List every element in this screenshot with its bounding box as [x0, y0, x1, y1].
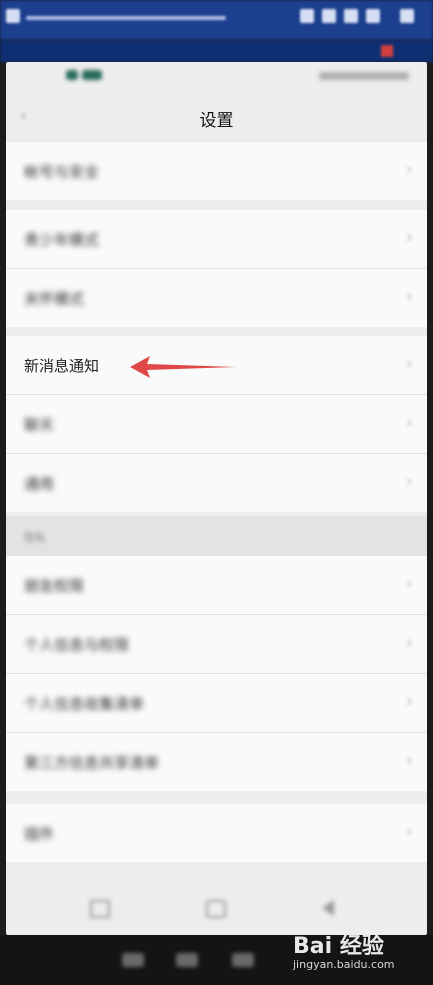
toolbar-icon[interactable]: [300, 9, 314, 23]
page-title: 设置: [199, 111, 234, 131]
recent-apps-icon[interactable]: [90, 900, 110, 918]
chevron-right-icon: ›: [405, 821, 413, 842]
section-header-privacy: 隐私: [6, 516, 427, 556]
settings-item-personal-info-permissions[interactable]: 个人信息与权限 ›: [6, 615, 427, 674]
phone-screen: ‹ 设置 帐号与安全 › 青少年模式 › 关怀模式 › 新消息通知 › 聊天 ›…: [6, 62, 427, 935]
annotation-arrow: [130, 356, 236, 378]
chevron-right-icon: ›: [405, 412, 413, 433]
page-header: ‹ 设置: [6, 90, 427, 144]
settings-item-label: 青少年模式: [24, 231, 100, 249]
baidu-jingyan-watermark: Bai 经验 jingyan.baidu.com: [293, 928, 413, 976]
settings-item-teen-mode[interactable]: 青少年模式 ›: [6, 210, 427, 269]
status-bar: [6, 62, 427, 90]
settings-group: 朋友权限 › 个人信息与权限 › 个人信息收集清单 › 第三方信息共享清单 ›: [6, 556, 427, 791]
chevron-right-icon: ›: [405, 227, 413, 248]
taskbar-icon[interactable]: [232, 953, 254, 967]
section-caption: 隐私: [24, 531, 46, 544]
settings-item-friend-permissions[interactable]: 朋友权限 ›: [6, 556, 427, 615]
settings-item-label: 朋友权限: [24, 577, 85, 595]
settings-item-general[interactable]: 通用 ›: [6, 454, 427, 512]
settings-item-label: 第三方信息共享清单: [24, 754, 160, 772]
settings-group: 青少年模式 › 关怀模式 ›: [6, 210, 427, 327]
remote-window-titlebar: [0, 0, 433, 40]
toolbar-icon[interactable]: [322, 9, 336, 23]
settings-item-account-security[interactable]: 帐号与安全 ›: [6, 142, 427, 200]
settings-item-label: 通用: [24, 475, 55, 493]
settings-item-label: 聊天: [24, 416, 55, 434]
settings-item-personal-info-list[interactable]: 个人信息收集清单 ›: [6, 674, 427, 733]
annotation-arrow-shape: [130, 356, 236, 378]
close-icon[interactable]: [400, 9, 414, 23]
settings-group: 插件 ›: [6, 804, 427, 862]
chevron-right-icon: ›: [405, 691, 413, 712]
settings-item-label: 插件: [24, 825, 55, 843]
settings-item-label: 新消息通知: [24, 357, 100, 375]
chevron-right-icon: ›: [405, 159, 413, 180]
home-icon[interactable]: [206, 900, 226, 918]
settings-group: 帐号与安全 ›: [6, 142, 427, 200]
status-icon: [82, 70, 102, 80]
taskbar-icon[interactable]: [122, 953, 144, 967]
app-icon: [6, 9, 20, 23]
back-icon[interactable]: [322, 900, 334, 916]
watermark-url: jingyan.baidu.com: [293, 958, 395, 971]
status-right-icons: [319, 72, 409, 80]
settings-item-third-party-sharing[interactable]: 第三方信息共享清单 ›: [6, 733, 427, 791]
settings-item-label: 帐号与安全: [24, 163, 100, 181]
settings-item-chat[interactable]: 聊天 ›: [6, 395, 427, 454]
settings-item-plugins[interactable]: 插件 ›: [6, 804, 427, 862]
chevron-right-icon: ›: [405, 632, 413, 653]
window-title-placeholder: [26, 16, 226, 20]
taskbar-icon[interactable]: [176, 953, 198, 967]
settings-item-label: 个人信息与权限: [24, 636, 130, 654]
watermark-logo: Bai 经验: [293, 934, 384, 959]
remote-window-toolbar: [0, 40, 433, 62]
toolbar-icon[interactable]: [344, 9, 358, 23]
record-icon[interactable]: [381, 45, 393, 57]
toolbar-icon[interactable]: [366, 9, 380, 23]
settings-item-label: 关怀模式: [24, 290, 85, 308]
status-icon: [66, 70, 78, 80]
settings-item-care-mode[interactable]: 关怀模式 ›: [6, 269, 427, 327]
chevron-right-icon: ›: [405, 353, 413, 374]
chevron-right-icon: ›: [405, 471, 413, 492]
android-nav-bar: [6, 878, 427, 935]
settings-item-label: 个人信息收集清单: [24, 695, 145, 713]
chevron-right-icon: ›: [405, 573, 413, 594]
chevron-right-icon: ›: [405, 750, 413, 771]
chevron-right-icon: ›: [405, 286, 413, 307]
